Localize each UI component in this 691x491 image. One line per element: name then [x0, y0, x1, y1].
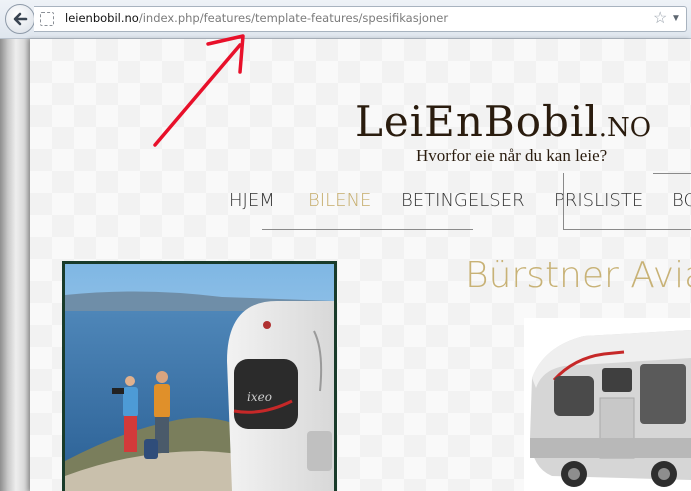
- annotation-arrow: [153, 34, 245, 147]
- hero-photo-image: ixeo: [65, 264, 334, 491]
- hero-photo: ixeo: [62, 261, 337, 491]
- logo-tld: .NO: [598, 113, 652, 143]
- url-bar[interactable]: leienbobil.no/index.php/features/templat…: [34, 6, 687, 32]
- camper-product-image: [524, 318, 691, 491]
- page-heading: Bürstner Avia: [465, 255, 691, 296]
- nav-item-betingelser[interactable]: BETINGELSER: [401, 190, 525, 211]
- nav-item-prisliste[interactable]: PRISLISTE: [554, 190, 643, 211]
- nav-divider: [563, 173, 564, 230]
- site-logo[interactable]: LeiEnBobil.NO: [355, 97, 651, 146]
- nav-item-hjem[interactable]: HJEM: [229, 190, 275, 211]
- url-text[interactable]: leienbobil.no/index.php/features/templat…: [65, 11, 448, 25]
- url-path: /index.php/features/template-features/sp…: [138, 11, 449, 25]
- nav-item-bilene[interactable]: BILENE: [308, 190, 371, 211]
- logo-text: LeiEnBobil: [355, 97, 599, 146]
- nav-divider: [653, 173, 691, 174]
- back-button[interactable]: [5, 4, 35, 34]
- site-identity-icon: [40, 12, 54, 26]
- camper-badge-text: ixeo: [247, 390, 272, 404]
- star-icon[interactable]: ☆: [653, 8, 667, 28]
- browser-toolbar: leienbobil.no/index.php/features/templat…: [0, 0, 691, 39]
- back-arrow-icon: [13, 12, 28, 26]
- nav-divider: [564, 229, 691, 230]
- nav-item-bo[interactable]: BO: [672, 190, 691, 211]
- nav-divider: [262, 229, 473, 230]
- site-tagline: Hvorfor eie når du kan leie?: [416, 146, 608, 165]
- dropdown-arrow-icon[interactable]: ▼: [671, 13, 681, 24]
- url-domain: leienbobil.no: [65, 11, 139, 25]
